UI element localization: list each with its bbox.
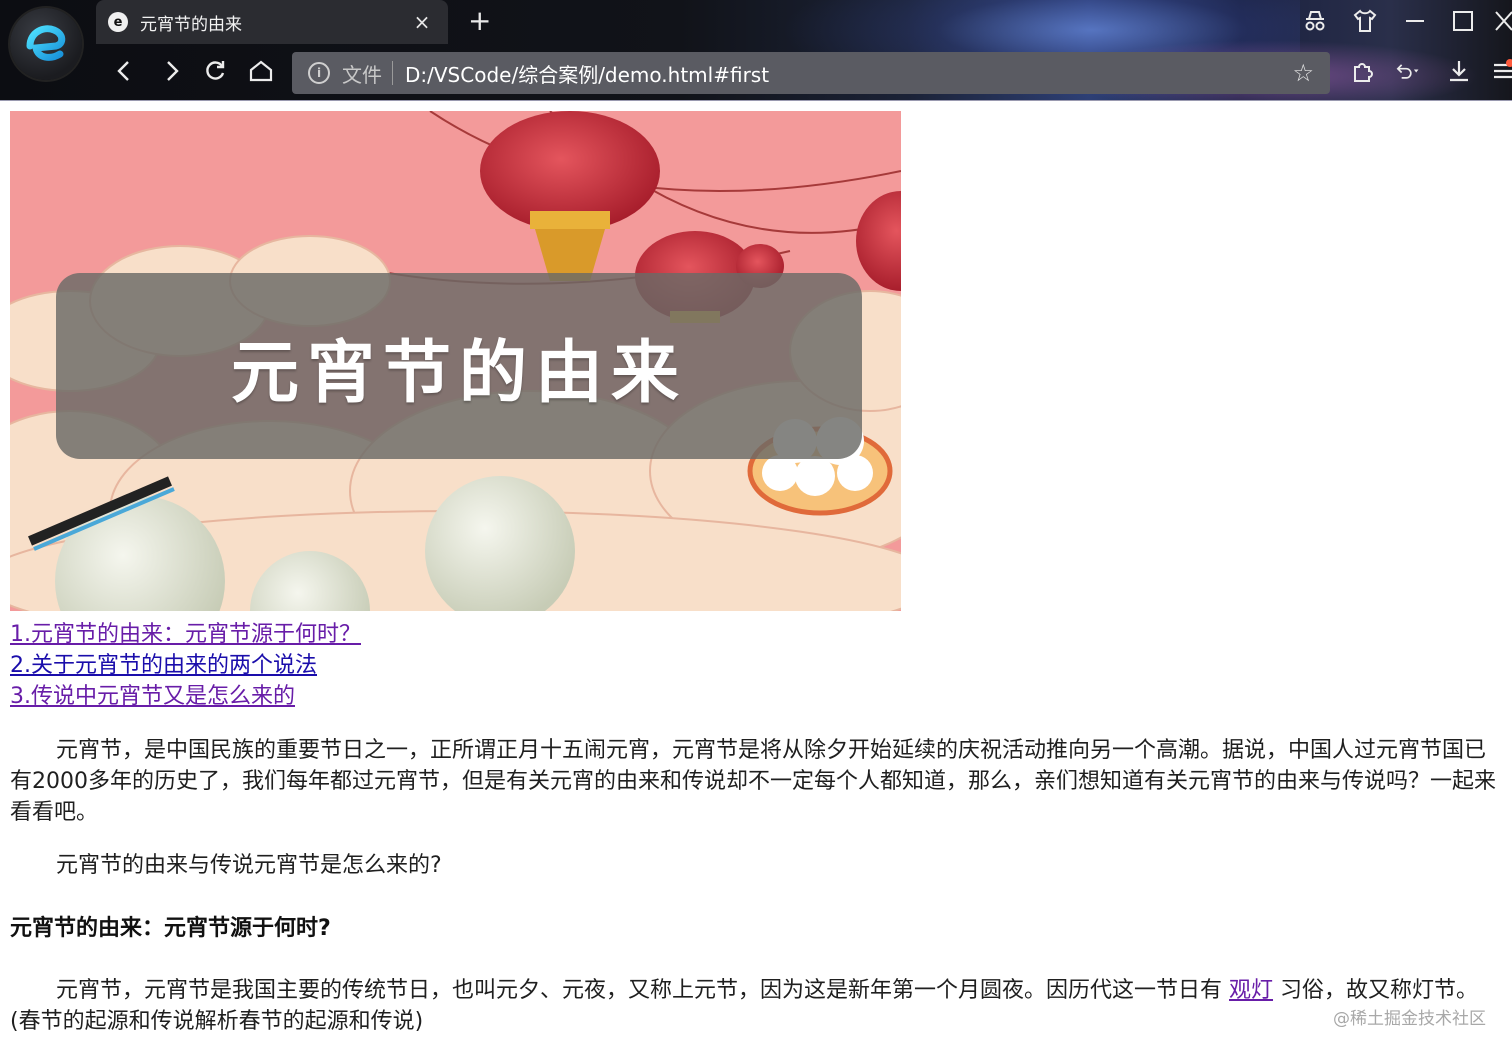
back-button[interactable] [112,58,138,88]
address-scheme-label: 文件 [342,62,382,87]
download-icon[interactable] [1446,58,1472,88]
extensions-icon[interactable] [1350,58,1376,88]
banner-caption: 元宵节的由来 [230,333,687,413]
maximize-icon[interactable] [1450,8,1476,40]
new-tab-icon[interactable]: + [468,4,491,37]
tab-close-icon[interactable]: × [412,10,432,34]
question-text: 元宵节的由来与传说元宵节是怎么来的? [56,853,442,878]
incognito-icon[interactable] [1302,8,1328,40]
lantern-viewing-link[interactable]: 观灯 [1229,978,1273,1003]
section-heading: 元宵节的由来：元宵节源于何时? [10,916,331,941]
minimize-icon[interactable] [1402,8,1428,40]
forward-button[interactable] [158,58,184,88]
section1-paragraph: 元宵节，元宵节是我国主要的传统节日，也叫元夕、元夜，又称上元节，因为这是新年第一… [10,975,1500,1037]
home-button[interactable] [248,58,274,88]
address-divider [392,61,393,85]
browser-tab-active[interactable]: e 元宵节的由来 × [96,0,448,44]
undo-close-tab-icon[interactable] [1394,58,1420,88]
page-content: 元宵节的由来 1.元宵节的由来：元宵节源于何时？ 2.关于元宵节的由来的两个说法… [0,101,1512,1055]
info-icon[interactable]: i [308,62,330,84]
browser-logo-icon[interactable] [10,8,82,80]
toc-link-1[interactable]: 1.元宵节的由来：元宵节源于何时？ [10,619,361,650]
address-bar[interactable]: i 文件 D:/VSCode/综合案例/demo.html#first ☆ [292,52,1330,94]
tab-favicon-icon: e [108,12,128,32]
tab-title: 元宵节的由来 [140,14,242,35]
reload-button[interactable] [202,58,228,88]
shirt-skin-icon[interactable] [1352,8,1378,40]
intro-text: 元宵节，是中国民族的重要节日之一，正所谓正月十五闹元宵，元宵节是将从除夕开始延续… [10,738,1496,825]
close-window-icon[interactable] [1494,8,1512,40]
menu-icon[interactable] [1490,58,1512,88]
browser-chrome: e 元宵节的由来 × + i 文件 D:/VSCode/综合案例/demo.ht… [0,0,1512,101]
watermark: @稀土掘金技术社区 [1333,1009,1486,1029]
address-url[interactable]: D:/VSCode/综合案例/demo.html#first [405,59,1292,88]
question-paragraph: 元宵节的由来与传说元宵节是怎么来的? [10,850,1500,881]
bookmark-star-icon[interactable]: ☆ [1292,59,1314,87]
table-of-contents: 1.元宵节的由来：元宵节源于何时？ 2.关于元宵节的由来的两个说法 3.传说中元… [10,619,361,712]
section1-text-before: 元宵节，元宵节是我国主要的传统节日，也叫元夕、元夜，又称上元节，因为这是新年第一… [56,978,1229,1003]
banner-image: 元宵节的由来 [10,111,901,611]
toc-link-2[interactable]: 2.关于元宵节的由来的两个说法 [10,650,361,681]
toc-link-3[interactable]: 3.传说中元宵节又是怎么来的 [10,681,361,712]
intro-paragraph: 元宵节，是中国民族的重要节日之一，正所谓正月十五闹元宵，元宵节是将从除夕开始延续… [10,735,1500,828]
